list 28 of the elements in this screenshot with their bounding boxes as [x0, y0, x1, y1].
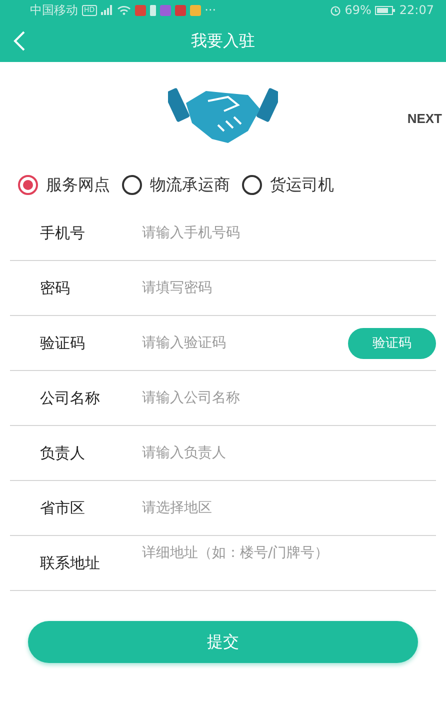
role-radio[interactable]: 服务网点 [18, 174, 110, 196]
more-notifications: ··· [204, 3, 216, 17]
page-title: 我要入驻 [191, 30, 255, 52]
input-field[interactable]: 请输入公司名称 [142, 390, 436, 406]
next-link[interactable]: NEXT [407, 111, 442, 126]
battery-icon [375, 6, 396, 14]
clock-time: 22:07 [399, 3, 434, 17]
field-label: 公司名称 [39, 388, 101, 408]
alarm-icon [330, 4, 341, 16]
input-field[interactable]: 请输入负责人 [142, 445, 436, 461]
input-field[interactable]: 请填写密码 [142, 280, 436, 296]
field-label: 密码 [39, 278, 71, 298]
field-label: 省市区 [39, 498, 86, 518]
role-radio[interactable]: 物流承运商 [122, 174, 230, 196]
back-icon[interactable] [12, 30, 26, 52]
field-label: 联系地址 [39, 554, 101, 572]
input-field[interactable]: 请输入手机号码 [142, 225, 436, 241]
field-label: 验证码 [39, 334, 86, 352]
carrier-name: 中国移动 [30, 2, 78, 18]
input-field[interactable]: 详细地址（如：楼号/门牌号） [142, 543, 396, 583]
wifi-icon [116, 5, 131, 15]
input-field[interactable]: 请选择地区 [142, 500, 436, 516]
field-label: 手机号 [39, 224, 86, 242]
signal-icon [100, 5, 113, 15]
role-radio[interactable]: 货运司机 [242, 174, 334, 196]
input-field[interactable]: 请输入验证码 [142, 335, 348, 351]
battery-percent: 69% [344, 3, 372, 17]
field-label: 负责人 [39, 444, 86, 462]
